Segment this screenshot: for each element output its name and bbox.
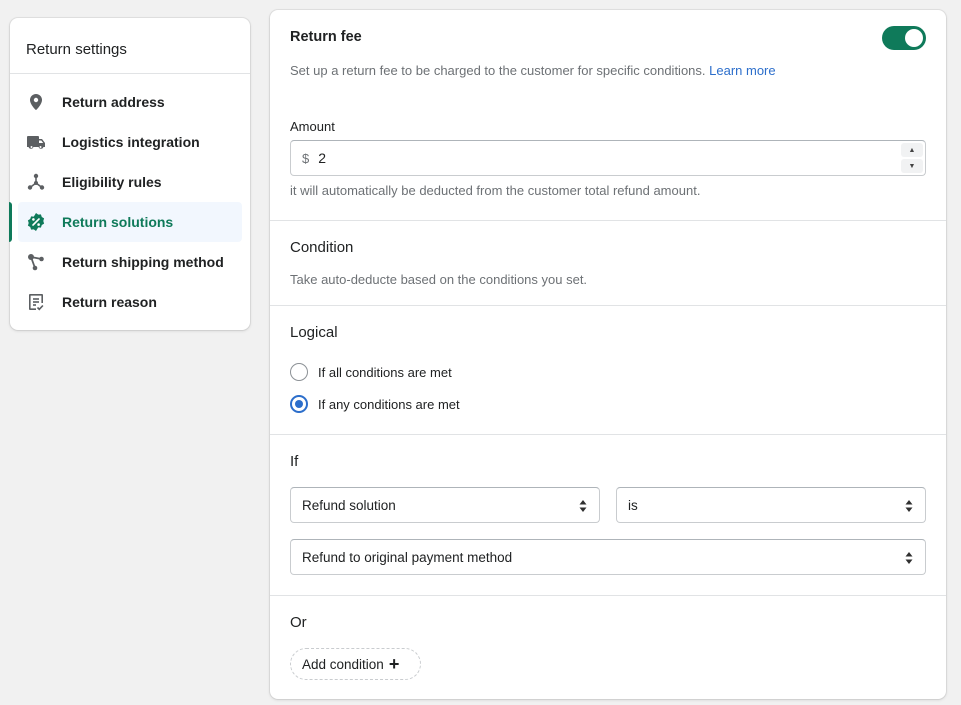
return-fee-title: Return fee	[290, 29, 362, 45]
increment-button[interactable]: ▲	[901, 143, 923, 157]
sidebar-item-return-solutions[interactable]: Return solutions	[9, 202, 242, 242]
select-value: Refund to original payment method	[302, 549, 513, 565]
sidebar-item-return-reason[interactable]: Return reason	[18, 282, 242, 322]
radio-all-conditions[interactable]: If all conditions are met	[290, 363, 452, 381]
condition-field-select[interactable]: Refund solution	[290, 487, 600, 523]
return-fee-toggle[interactable]	[882, 26, 926, 50]
sidebar-title: Return settings	[10, 18, 250, 74]
discount-badge-icon	[26, 212, 46, 232]
learn-more-link[interactable]: Learn more	[709, 63, 775, 78]
select-value: is	[628, 497, 638, 513]
sidebar-item-label: Return reason	[62, 294, 157, 310]
radio-label: If all conditions are met	[318, 364, 452, 380]
select-arrows-icon	[905, 552, 913, 564]
truck-icon	[26, 132, 46, 152]
sidebar-nav: Return address Logistics integration Eli…	[9, 74, 250, 322]
radio-any-conditions[interactable]: If any conditions are met	[290, 395, 460, 413]
return-fee-card: Return fee Set up a return fee to be cha…	[270, 10, 946, 699]
return-fee-description: Set up a return fee to be charged to the…	[290, 63, 776, 78]
sidebar-item-logistics-integration[interactable]: Logistics integration	[18, 122, 242, 162]
condition-description: Take auto-deducte based on the condition…	[290, 272, 588, 287]
amount-stepper: ▲ ▼	[901, 143, 923, 173]
sidebar-item-eligibility-rules[interactable]: Eligibility rules	[18, 162, 242, 202]
select-arrows-icon	[579, 500, 587, 512]
if-section: If Refund solution is Refund to original…	[270, 435, 946, 596]
sidebar-item-label: Return solutions	[62, 214, 174, 230]
condition-value-select[interactable]: Refund to original payment method	[290, 539, 926, 575]
select-arrows-icon	[905, 500, 913, 512]
toggle-knob	[905, 29, 923, 47]
or-title: Or	[290, 614, 307, 631]
plus-icon: +	[388, 654, 400, 674]
return-fee-section: Return fee Set up a return fee to be cha…	[270, 10, 946, 221]
location-pin-icon	[26, 92, 46, 112]
radio-button[interactable]	[290, 363, 308, 381]
radio-button-checked[interactable]	[290, 395, 308, 413]
condition-section: Condition Take auto-deducte based on the…	[270, 221, 946, 306]
sidebar-item-return-address[interactable]: Return address	[18, 82, 242, 122]
amount-value: 2	[318, 150, 327, 166]
amount-input[interactable]: $ 2 ▲ ▼	[290, 140, 926, 176]
or-section: Or Add condition +	[270, 596, 946, 699]
condition-operator-select[interactable]: is	[616, 487, 926, 523]
sidebar-item-label: Logistics integration	[62, 134, 200, 150]
radio-label: If any conditions are met	[318, 396, 460, 412]
amount-help-text: it will automatically be deducted from t…	[290, 183, 701, 198]
description-text: Set up a return fee to be charged to the…	[290, 63, 706, 78]
logical-section: Logical If all conditions are met If any…	[270, 306, 946, 435]
amount-label: Amount	[290, 119, 335, 134]
share-nodes-icon	[26, 252, 46, 272]
select-value: Refund solution	[302, 497, 396, 513]
sidebar-item-label: Eligibility rules	[62, 174, 162, 190]
currency-prefix: $	[302, 150, 310, 166]
checklist-icon	[26, 292, 46, 312]
sidebar-item-label: Return address	[62, 94, 165, 110]
add-condition-button[interactable]: Add condition +	[290, 648, 421, 680]
add-condition-label: Add condition	[302, 656, 384, 672]
sidebar-item-label: Return shipping method	[62, 254, 224, 270]
network-nodes-icon	[26, 172, 46, 192]
if-title: If	[290, 453, 299, 470]
logical-title: Logical	[290, 324, 338, 341]
return-settings-sidebar: Return settings Return address Logistics…	[9, 18, 250, 330]
sidebar-item-return-shipping-method[interactable]: Return shipping method	[18, 242, 242, 282]
decrement-button[interactable]: ▼	[901, 159, 923, 173]
condition-title: Condition	[290, 239, 354, 256]
